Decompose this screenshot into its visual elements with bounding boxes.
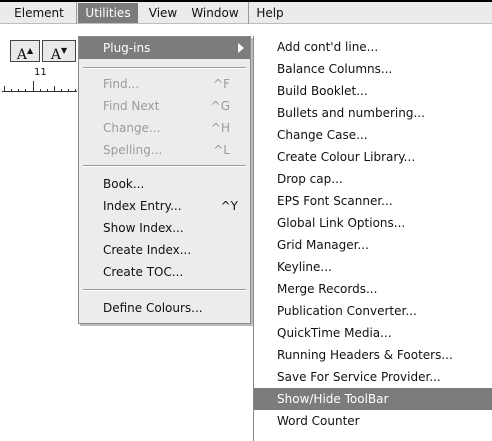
decrease-font-button[interactable]: A▼ (42, 40, 76, 63)
menu-item-label: Create Index... (103, 243, 192, 257)
submenu-arrow-icon (238, 43, 244, 53)
ruler-number: 11 (34, 67, 47, 78)
plugin-item-keyline[interactable]: Keyline... (254, 256, 492, 278)
menu-view[interactable]: View (142, 3, 184, 23)
shortcut-label: ^Y (220, 199, 238, 213)
menu-item-label: Find Next (103, 99, 160, 113)
caret-up-icon: ▲ (26, 46, 34, 55)
shortcut-label: ^G (210, 99, 230, 113)
plugin-item-quicktime-media[interactable]: QuickTime Media... (254, 322, 492, 344)
utilities-menu: Plug-ins Find... ^F Find Next ^G Change.… (78, 36, 251, 324)
menu-item-show-index[interactable]: Show Index... (79, 217, 250, 239)
plugin-item-global-link-options[interactable]: Global Link Options... (254, 212, 492, 234)
plugin-item-show-hide-toolbar[interactable]: Show/Hide ToolBar (254, 388, 492, 410)
menu-divider (76, 2, 77, 24)
plugin-item-publication-converter[interactable]: Publication Converter... (254, 300, 492, 322)
shortcut-label: ^F (213, 77, 230, 91)
menu-item-book[interactable]: Book... (79, 173, 250, 195)
plugin-item-create-colour-library[interactable]: Create Colour Library... (254, 146, 492, 168)
menu-utilities[interactable]: Utilities (78, 3, 138, 23)
menu-item-index-entry[interactable]: Index Entry... ^Y (79, 195, 250, 217)
menu-separator (83, 289, 246, 291)
menu-separator (83, 165, 246, 167)
menu-item-define-colours[interactable]: Define Colours... (79, 297, 250, 319)
plugin-item-grid-manager[interactable]: Grid Manager... (254, 234, 492, 256)
menu-item-label: Spelling... (103, 143, 163, 157)
menu-item-label: Show Index... (103, 221, 184, 235)
menu-item-find-next[interactable]: Find Next ^G (79, 95, 250, 117)
menu-item-label: Change... (103, 121, 161, 135)
font-down-letter: A (50, 47, 61, 63)
plugin-item-balance-columns[interactable]: Balance Columns... (254, 58, 492, 80)
menu-item-change[interactable]: Change... ^H (79, 117, 250, 139)
plugin-item-bullets-numbering[interactable]: Bullets and numbering... (254, 102, 492, 124)
menu-bar: Element Utilities View Window Help (0, 0, 492, 24)
plugin-item-eps-font-scanner[interactable]: EPS Font Scanner... (254, 190, 492, 212)
plugin-item-build-booklet[interactable]: Build Booklet... (254, 80, 492, 102)
plugin-item-save-for-service-provider[interactable]: Save For Service Provider... (254, 366, 492, 388)
plugin-item-word-counter[interactable]: Word Counter (254, 410, 492, 432)
menu-item-plug-ins[interactable]: Plug-ins (79, 37, 250, 59)
menu-item-spelling[interactable]: Spelling... ^L (79, 139, 250, 161)
menu-item-create-toc[interactable]: Create TOC... (79, 261, 250, 283)
menu-item-create-index[interactable]: Create Index... (79, 239, 250, 261)
plugin-item-drop-cap[interactable]: Drop cap... (254, 168, 492, 190)
menu-item-label: Index Entry... (103, 199, 182, 213)
menu-item-label: Define Colours... (103, 301, 203, 315)
menu-element[interactable]: Element (8, 3, 70, 23)
menu-window[interactable]: Window (188, 3, 242, 23)
font-up-letter: A (16, 47, 27, 63)
menu-separator (83, 67, 246, 69)
menu-item-label: Plug-ins (103, 41, 151, 55)
menu-item-label: Find... (103, 77, 140, 91)
increase-font-button[interactable]: A▲ (10, 40, 40, 63)
shortcut-label: ^H (210, 121, 230, 135)
menu-item-label: Book... (103, 177, 145, 191)
plugin-item-add-contd-line[interactable]: Add cont'd line... (254, 36, 492, 58)
menu-divider (248, 2, 249, 24)
menu-item-label: Create TOC... (103, 265, 184, 279)
menu-item-find[interactable]: Find... ^F (79, 73, 250, 95)
menu-help[interactable]: Help (254, 3, 286, 23)
plugin-item-change-case[interactable]: Change Case... (254, 124, 492, 146)
shortcut-label: ^L (213, 143, 230, 157)
plugin-item-running-headers-footers[interactable]: Running Headers & Footers... (254, 344, 492, 366)
plugins-submenu: Add cont'd line... Balance Columns... Bu… (253, 36, 492, 441)
caret-down-icon: ▼ (60, 46, 68, 55)
ruler (2, 80, 77, 92)
plugin-item-merge-records[interactable]: Merge Records... (254, 278, 492, 300)
